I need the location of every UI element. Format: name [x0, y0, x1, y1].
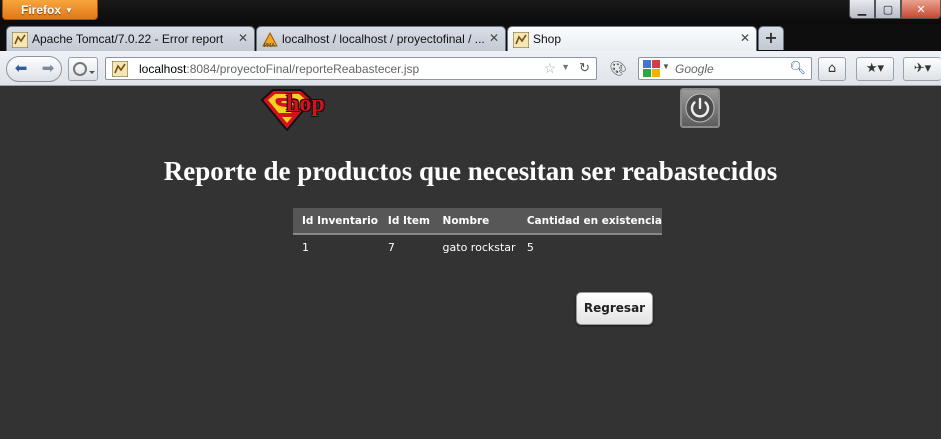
home-button[interactable]: ⌂	[818, 57, 846, 81]
firefox-menu-button[interactable]: Firefox ▼	[2, 0, 98, 20]
page-title: Reporte de productos que necesitan ser r…	[163, 156, 778, 186]
reload-icon[interactable]: ↻	[579, 60, 590, 76]
history-icon	[73, 62, 95, 76]
back-button-regresar[interactable]: Regresar	[576, 292, 653, 325]
chevron-down-icon: ▼	[65, 6, 73, 15]
forward-button[interactable]: ➡	[35, 57, 61, 81]
search-placeholder: Google	[675, 62, 714, 76]
tab-phpmyadmin[interactable]: PMA localhost / localhost / proyectofina…	[256, 26, 506, 51]
minimize-icon: ▁	[857, 2, 867, 16]
engine-dropdown-icon[interactable]: ▼	[662, 62, 670, 71]
tab-label: Apache Tomcat/7.0.22 - Error report	[32, 32, 224, 46]
back-forward-group: ⬅ ➡	[6, 56, 62, 82]
plus-icon: +	[764, 28, 778, 47]
bookmark-star-icon[interactable]: ☆	[543, 60, 556, 77]
svg-text:PMA: PMA	[264, 43, 275, 48]
table-row: 1 7 gato rockstar 5	[293, 234, 662, 260]
extensions-button[interactable]: ✈▾	[903, 57, 941, 81]
phpmyadmin-favicon-icon: PMA	[262, 32, 278, 48]
history-dropdown-button[interactable]	[68, 57, 98, 81]
logo-text: hop	[286, 91, 325, 117]
palette-icon: 🎨︎	[609, 61, 627, 77]
navigation-toolbar: ⬅ ➡ localhost:8084/proyectoFinal/reporte…	[0, 51, 941, 86]
close-tab-icon[interactable]: ✕	[238, 31, 248, 45]
back-button[interactable]: ⬅	[7, 57, 35, 81]
tomcat-favicon-icon	[12, 32, 28, 48]
tab-tomcat[interactable]: Apache Tomcat/7.0.22 - Error report ✕	[6, 26, 255, 51]
google-icon	[643, 60, 660, 77]
close-icon: ✕	[916, 2, 926, 16]
column-header-cantidad: Cantidad en existencia	[517, 208, 662, 235]
new-tab-button[interactable]: +	[758, 26, 784, 50]
column-header-id-item: Id Item	[378, 208, 434, 235]
logout-button[interactable]	[680, 88, 720, 128]
addon-palette-button[interactable]: 🎨︎	[606, 58, 630, 80]
puzzle-icon: ✈▾	[913, 61, 932, 76]
power-icon	[685, 93, 715, 123]
address-bar[interactable]: localhost:8084/proyectoFinal/reporteReab…	[105, 57, 597, 80]
minimize-button[interactable]: ▁	[849, 0, 875, 19]
search-icon[interactable]: 🔍︎	[789, 60, 806, 76]
cell-cantidad: 5	[526, 241, 534, 254]
search-bar[interactable]: ▼ Google 🔍︎	[638, 57, 812, 80]
url-dropdown-icon[interactable]: ▼	[561, 62, 570, 72]
table-header-row: Id Inventario Id Item Nombre Cantidad en…	[293, 208, 662, 235]
cell-id-inventario: 1	[302, 241, 309, 254]
home-icon: ⌂	[827, 61, 837, 76]
maximize-button[interactable]: ▢	[875, 0, 901, 19]
firefox-menu-label: Firefox	[21, 3, 62, 17]
close-tab-icon[interactable]: ✕	[740, 31, 750, 45]
close-window-button[interactable]: ✕	[901, 0, 941, 19]
cell-id-item: 7	[387, 241, 395, 254]
url-path: :8084/proyectoFinal/reporteReabastecer.j…	[186, 62, 420, 76]
window-titlebar: Firefox ▼ ▁ ▢ ✕	[0, 0, 941, 24]
tab-label: Shop	[533, 32, 562, 46]
tab-label: localhost / localhost / proyectofinal / …	[282, 32, 485, 46]
bookmarks-button[interactable]: ★▾	[856, 57, 894, 81]
tomcat-favicon-icon	[112, 61, 128, 77]
maximize-icon: ▢	[882, 2, 894, 16]
tab-strip: Apache Tomcat/7.0.22 - Error report ✕ PM…	[0, 24, 941, 52]
url-host: localhost	[139, 62, 187, 76]
close-tab-icon[interactable]: ✕	[489, 31, 499, 45]
tab-shop[interactable]: Shop ✕	[507, 26, 757, 52]
forward-arrow-icon: ➡	[41, 59, 55, 77]
page-viewport	[5, 87, 941, 439]
bookmarks-icon: ★▾	[865, 61, 885, 76]
column-header-id-inventario: Id Inventario	[293, 208, 379, 235]
back-arrow-icon: ⬅	[14, 59, 28, 77]
column-header-nombre: Nombre	[433, 208, 518, 235]
tomcat-favicon-icon	[513, 32, 529, 48]
restock-report-table: Id Inventario Id Item Nombre Cantidad en…	[293, 208, 662, 260]
cell-nombre: gato rockstar	[442, 241, 516, 254]
